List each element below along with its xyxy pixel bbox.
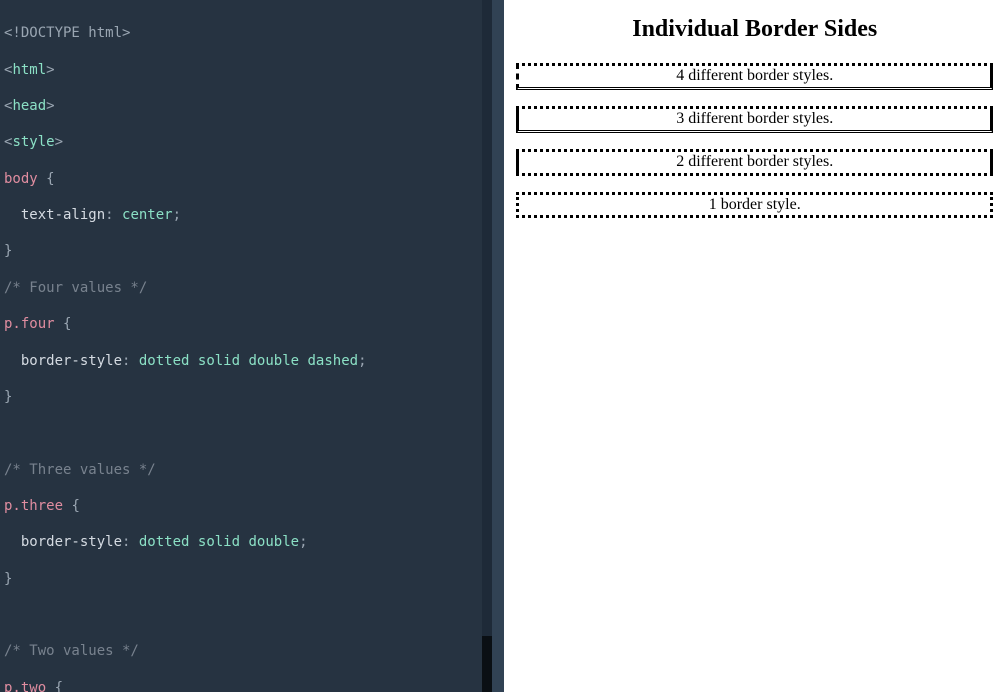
code-selector-body: body xyxy=(4,171,38,187)
code-comment-four: /* Four values */ xyxy=(4,280,147,296)
preview-paragraph-one: 1 border style. xyxy=(516,192,993,219)
preview-heading: Individual Border Sides xyxy=(516,14,993,45)
editor-scrollbar-track[interactable] xyxy=(482,0,492,692)
code-tag-style: style xyxy=(12,134,54,150)
code-selector-three: p.three xyxy=(4,498,63,514)
code-comment-two: /* Two values */ xyxy=(4,643,139,659)
code-editor-pane[interactable]: <!DOCTYPE html> <html> <head> <style> bo… xyxy=(0,0,492,692)
code-tag-html: html xyxy=(12,62,46,78)
preview-paragraph-two: 2 different border styles. xyxy=(516,149,993,176)
code-content[interactable]: <!DOCTYPE html> <html> <head> <style> bo… xyxy=(4,6,484,692)
code-doctype: <!DOCTYPE html> xyxy=(4,25,130,41)
pane-divider[interactable] xyxy=(492,0,504,692)
preview-paragraph-three: 3 different border styles. xyxy=(516,106,993,133)
preview-pane: Individual Border Sides 4 different bord… xyxy=(504,0,1005,692)
editor-scrollbar-thumb[interactable] xyxy=(482,636,492,692)
code-prop-text-align: text-align xyxy=(21,207,105,223)
preview-paragraph-four: 4 different border styles. xyxy=(516,63,993,90)
code-selector-four: p.four xyxy=(4,316,55,332)
code-selector-two: p.two xyxy=(4,680,46,692)
code-comment-three: /* Three values */ xyxy=(4,462,156,478)
code-tag-head: head xyxy=(12,98,46,114)
